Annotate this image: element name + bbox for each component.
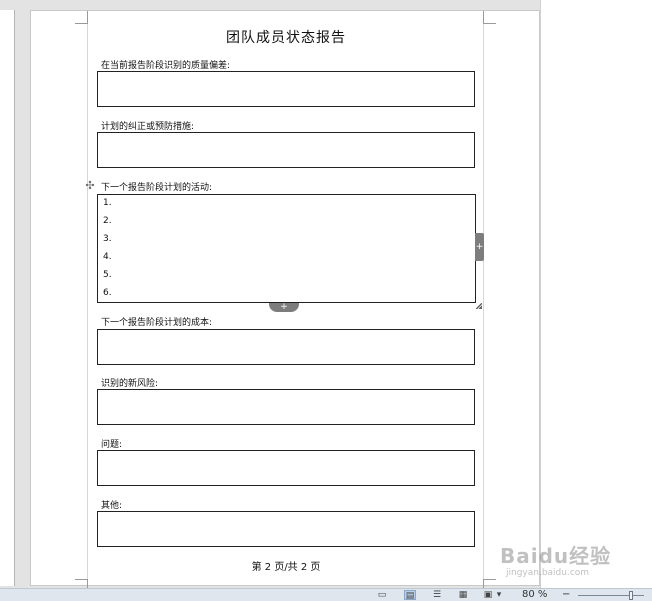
list-item[interactable]: 2. [103,216,112,226]
section-label-quality-deviation[interactable]: 在当前报告阶段识别的质量偏差: [101,58,230,71]
watermark-url: jingyan.baidu.com [506,568,590,578]
section-box-planned-cost[interactable] [97,329,475,365]
margin-corner-top-left [75,11,88,24]
watermark-logo-text: Baidu经验 [500,544,612,568]
document-title[interactable]: 团队成员状态报告 [31,27,541,47]
section-box-issues[interactable] [97,450,475,486]
section-box-other[interactable] [97,511,475,547]
zoom-slider-thumb[interactable] [629,591,633,600]
section-box-new-risks[interactable] [97,389,475,425]
print-layout-icon[interactable]: ▤ [404,590,416,601]
document-page[interactable]: 团队成员状态报告 在当前报告阶段识别的质量偏差: 计划的纠正或预防措施: ✣ 下… [30,10,541,588]
section-label-planned-cost[interactable]: 下一个报告阶段计划的成本: [101,315,212,328]
draft-icon[interactable]: ▣ [482,590,494,600]
margin-line-right [483,11,484,587]
chevron-down-icon[interactable]: ▾ [495,590,503,600]
plus-icon: + [475,242,484,252]
add-row-button[interactable]: + [269,303,299,312]
right-blank-area [540,0,652,588]
list-item[interactable]: 4. [103,252,112,262]
margin-corner-top-right [483,11,496,24]
list-item[interactable]: 1. [103,198,112,208]
zoom-level[interactable]: 80 % [522,589,547,601]
section-box-quality-deviation[interactable] [97,71,475,107]
plus-icon: + [280,302,288,312]
section-label-planned-activities[interactable]: 下一个报告阶段计划的活动: [101,180,212,193]
margin-corner-bottom-right [483,579,496,588]
table-move-handle[interactable]: ✣ [84,180,96,192]
web-layout-icon[interactable]: ☰ [431,590,443,600]
previous-page-edge [0,10,15,586]
outline-icon[interactable]: ▦ [457,590,469,600]
section-label-new-risks[interactable]: 识别的新风险: [101,376,158,389]
section-box-corrective-actions[interactable] [97,132,475,168]
list-item[interactable]: 6. [103,288,112,298]
section-table-planned-activities[interactable]: 1. 2. 3. 4. 5. 6. [97,194,476,303]
page-divider [540,0,541,588]
add-column-button[interactable]: + [475,233,484,261]
document-workspace[interactable]: 团队成员状态报告 在当前报告阶段识别的质量偏差: 计划的纠正或预防措施: ✣ 下… [0,0,652,588]
full-screen-reading-icon[interactable]: ▭ [376,590,388,600]
section-label-other[interactable]: 其他: [101,498,122,511]
page-footer[interactable]: 第 2 页/共 2 页 [31,558,541,573]
section-label-issues[interactable]: 问题: [101,437,122,450]
zoom-slider-track[interactable] [578,595,644,596]
list-item[interactable]: 5. [103,270,112,280]
list-item[interactable]: 3. [103,234,112,244]
margin-line-left [87,11,88,587]
table-resize-handle[interactable] [476,303,482,309]
section-label-corrective-actions[interactable]: 计划的纠正或预防措施: [101,119,194,132]
move-cross-icon: ✣ [85,179,95,192]
margin-corner-bottom-left [75,579,88,588]
baidu-watermark: Baidu经验 jingyan.baidu.com [500,540,630,586]
zoom-out-button[interactable]: − [562,589,570,601]
status-bar: ▭ ▤ ☰ ▦ ▣ ▾ 80 % − [0,588,652,601]
